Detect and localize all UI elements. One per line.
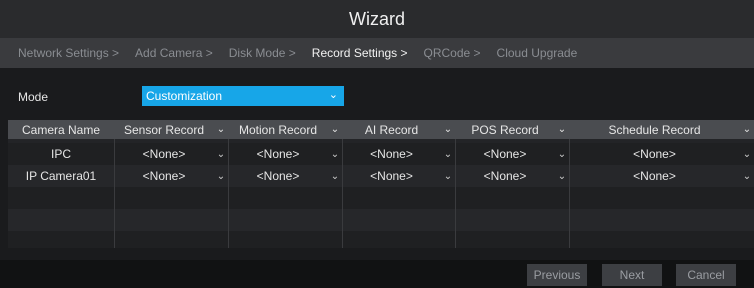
schedule-record-select[interactable]: <None> ⌄ [569,165,754,187]
column-header-ai-record[interactable]: AI Record ⌄ [342,120,455,139]
table-header: Camera Name Sensor Record ⌄ Motion Recor… [8,120,754,139]
chevron-down-icon: ⌄ [330,170,340,182]
step-network-settings[interactable]: Network Settings > [18,46,119,60]
column-header-camera-name: Camera Name [21,122,101,137]
camera-name-cell: IP Camera01 [25,169,97,183]
mode-select[interactable]: Customization ⌄ [142,86,344,106]
chevron-down-icon: ⌄ [557,170,567,182]
table-row: IP Camera01 <None> ⌄ <None> ⌄ <None> ⌄ <Non… [8,165,754,187]
chevron-down-icon[interactable]: ⌄ [328,124,342,135]
ai-record-select[interactable]: <None> ⌄ [342,165,455,187]
chevron-down-icon[interactable]: ⌄ [214,124,228,135]
sensor-record-select[interactable]: <None> ⌄ [114,143,228,165]
column-header-pos-record[interactable]: POS Record ⌄ [455,120,569,139]
chevron-down-icon: ⌄ [216,170,226,182]
chevron-down-icon: ⌄ [742,148,752,160]
column-divider [114,139,115,248]
cancel-button[interactable]: Cancel [676,264,736,286]
chevron-down-icon: ⌄ [216,148,226,160]
chevron-down-icon: ⌄ [443,148,453,160]
column-divider [228,139,229,248]
column-divider [342,139,343,248]
mode-select-value: Customization [146,89,223,103]
record-settings-table: Camera Name Sensor Record ⌄ Motion Recor… [8,120,754,248]
chevron-down-icon: ⌄ [330,148,340,160]
chevron-down-icon: ⌄ [557,148,567,160]
chevron-down-icon[interactable]: ⌄ [555,124,569,135]
ai-record-select[interactable]: <None> ⌄ [342,143,455,165]
motion-record-select[interactable]: <None> ⌄ [228,143,342,165]
column-header-motion-record[interactable]: Motion Record ⌄ [228,120,342,139]
table-row: IPC <None> ⌄ <None> ⌄ <None> ⌄ <None> ⌄ <Non… [8,143,754,165]
wizard-steps-breadcrumb: Network Settings > Add Camera > Disk Mod… [0,38,754,68]
step-record-settings[interactable]: Record Settings > [312,46,408,60]
sensor-record-select[interactable]: <None> ⌄ [114,165,228,187]
chevron-down-icon[interactable]: ⌄ [740,124,754,135]
pos-record-select[interactable]: <None> ⌄ [455,165,569,187]
chevron-down-icon[interactable]: ⌄ [441,124,455,135]
column-divider [455,139,456,248]
chevron-down-icon: ⌄ [328,89,338,101]
next-button[interactable]: Next [602,264,662,286]
motion-record-select[interactable]: <None> ⌄ [228,165,342,187]
step-disk-mode[interactable]: Disk Mode > [229,46,296,60]
window-title: Wizard [348,8,405,29]
step-qrcode[interactable]: QRCode > [424,46,481,60]
previous-button[interactable]: Previous [527,264,587,286]
step-cloud-upgrade[interactable]: Cloud Upgrade [497,46,578,60]
schedule-record-select[interactable]: <None> ⌄ [569,143,754,165]
table-row-empty [8,209,754,231]
table-row-empty [8,187,754,209]
column-header-sensor-record[interactable]: Sensor Record ⌄ [114,120,228,139]
column-header-schedule-record[interactable]: Schedule Record ⌄ [569,120,754,139]
mode-label: Mode [18,90,49,104]
pos-record-select[interactable]: <None> ⌄ [455,143,569,165]
chevron-down-icon: ⌄ [742,170,752,182]
column-divider [569,139,570,248]
step-add-camera[interactable]: Add Camera > [135,46,213,60]
table-row-empty [8,231,754,248]
camera-name-cell: IPC [50,147,71,161]
window-title-bar: Wizard [0,0,754,38]
chevron-down-icon: ⌄ [443,170,453,182]
